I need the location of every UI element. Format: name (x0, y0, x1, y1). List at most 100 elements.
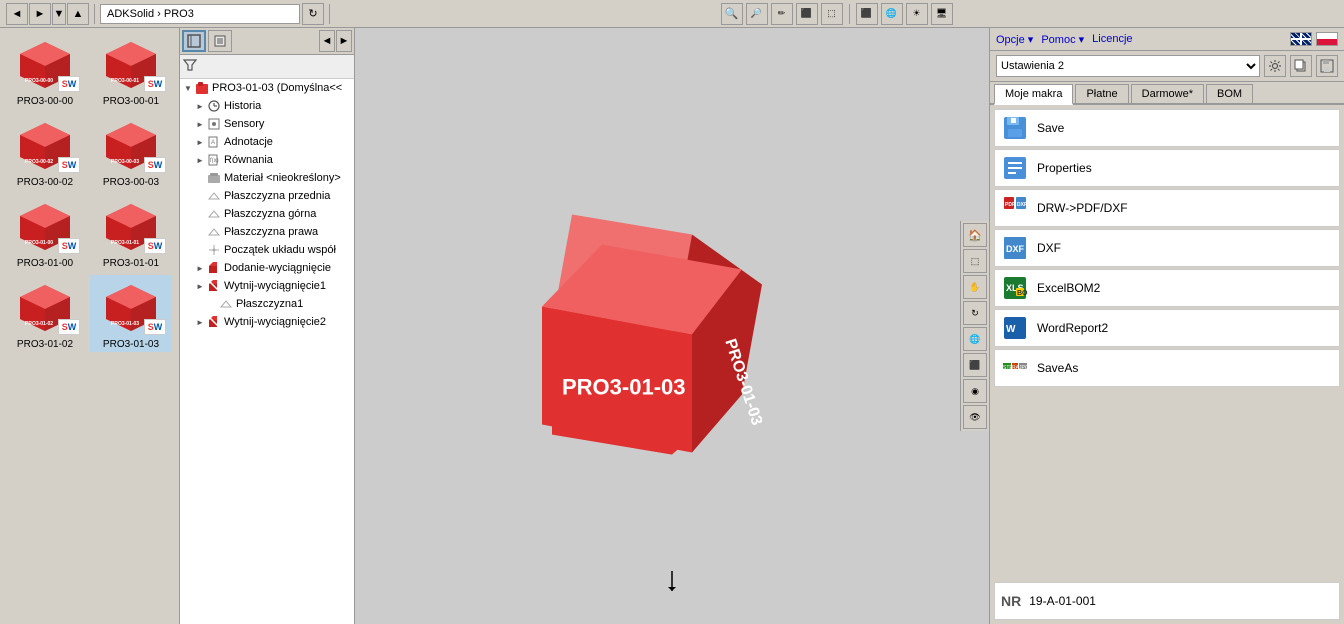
nr-label: NR (1001, 593, 1021, 609)
macro-saveas[interactable]: STEP RAS JPG SaveAs (994, 349, 1340, 387)
file-thumbnail: PRO3-01-01 SW (94, 196, 168, 256)
tree-node-dodanie[interactable]: ► Dodanie-wyciągnięcie (180, 259, 354, 277)
sw-badge: SW (58, 76, 80, 92)
flag-uk[interactable] (1290, 32, 1312, 46)
flag-pl[interactable] (1316, 32, 1338, 46)
macro-excelbom[interactable]: XLS BOM ExcelBOM2 (994, 269, 1340, 307)
macro-properties[interactable]: Properties (994, 149, 1340, 187)
zoom-fit-button[interactable]: 🔎 (746, 3, 768, 25)
pomoc-menu[interactable]: Pomoc ▾ (1041, 33, 1084, 46)
properties-view-button[interactable] (208, 30, 232, 52)
material-icon (206, 170, 222, 186)
svg-text:f(x): f(x) (210, 158, 219, 164)
nav-dropdown-button[interactable]: ▼ (52, 3, 66, 25)
settings-dropdown[interactable]: Ustawienia 2 (996, 55, 1260, 77)
macros-list: Save Properties PDF (990, 105, 1344, 578)
home-view-button[interactable]: 🏠 (963, 223, 987, 247)
cursor-indicator (664, 571, 680, 594)
sketch-button[interactable]: ✏ (771, 3, 793, 25)
shape-button[interactable]: ⬚ (821, 3, 843, 25)
file-item[interactable]: PRO3-01-00 SW PRO3-01-00 (4, 194, 86, 271)
file-name: PRO3-01-00 (17, 258, 73, 269)
tree-node-rownania[interactable]: ► f(x) Równania (180, 151, 354, 169)
breadcrumb[interactable]: ADKSolid › PRO3 (100, 4, 300, 24)
sw-badge: SW (58, 157, 80, 173)
file-item[interactable]: PRO3-00-02 SW PRO3-00-02 (4, 113, 86, 190)
macro-label: ExcelBOM2 (1037, 281, 1100, 295)
zoom-area-button[interactable]: ⬚ (963, 249, 987, 273)
tree-node-poczatek[interactable]: Początek układu współ (180, 241, 354, 259)
opcje-menu[interactable]: Opcje ▾ (996, 33, 1033, 46)
svg-text:PRO3-01-03: PRO3-01-03 (111, 321, 139, 327)
macro-drw-pdf[interactable]: PDF DXF DRW->PDF/DXF (994, 189, 1340, 227)
tab-platne[interactable]: Płatne (1075, 84, 1128, 103)
tree-node-plaszczyzna-przednia[interactable]: Płaszczyzna przednia (180, 187, 354, 205)
adnotacje-icon: A (206, 134, 222, 150)
tree-node-material[interactable]: Materiał <nieokreślony> (180, 169, 354, 187)
nav-forward-button[interactable]: ► (29, 3, 51, 25)
node-label: Płaszczyzna prawa (224, 226, 318, 238)
file-item[interactable]: PRO3-01-03 SW PRO3-01-03 (90, 275, 172, 352)
expand-icon: ► (194, 118, 206, 130)
macro-label: WordReport2 (1037, 321, 1108, 335)
svg-text:A: A (211, 140, 215, 146)
properties-icon (1001, 154, 1029, 182)
macro-wordreport[interactable]: W WordReport2 (994, 309, 1340, 347)
file-item[interactable]: PRO3-01-01 SW PRO3-01-01 (90, 194, 172, 271)
tab-bom[interactable]: BOM (1206, 84, 1253, 103)
tab-darmowe[interactable]: Darmowe* (1131, 84, 1204, 103)
file-thumbnail: PRO3-01-00 SW (8, 196, 82, 256)
model-svg: PRO3-01-03 PRO3-01-03 (522, 195, 762, 455)
file-name: PRO3-00-02 (17, 177, 73, 188)
tree-scroll-right[interactable]: ► (336, 30, 352, 52)
expand-icon: ► (194, 154, 206, 166)
render-button[interactable]: 🌐 (881, 3, 903, 25)
display-mode-button[interactable]: ◉ (963, 379, 987, 403)
section-view-button[interactable]: ⬛ (963, 353, 987, 377)
view-orient-button[interactable]: 🌐 (963, 327, 987, 351)
tree-node-plaszczyzna1[interactable]: Płaszczyzna1 (180, 295, 354, 313)
settings-copy-button[interactable] (1290, 55, 1312, 77)
tree-view-button[interactable] (182, 30, 206, 52)
node-label: Płaszczyzna przednia (224, 190, 330, 202)
extrude-icon (206, 260, 222, 276)
macro-label: SaveAs (1037, 361, 1078, 375)
nr-item[interactable]: NR 19-A-01-001 (994, 582, 1340, 620)
pan-button[interactable]: ✋ (963, 275, 987, 299)
plane-icon (206, 206, 222, 222)
nav-back-button[interactable]: ◄ (6, 3, 28, 25)
svg-text:BOM: BOM (1017, 290, 1028, 297)
tree-node-adnotacje[interactable]: ► A Adnotacje (180, 133, 354, 151)
tree-node-plaszczyzna-gorna[interactable]: Płaszczyzna górna (180, 205, 354, 223)
tab-moje-makra[interactable]: Moje makra (994, 84, 1073, 105)
light-button[interactable]: ☀ (906, 3, 928, 25)
zoom-button[interactable]: 🔍 (721, 3, 743, 25)
nav-up-button[interactable]: ▲ (67, 3, 89, 25)
view-button[interactable]: ⬛ (856, 3, 878, 25)
macro-save[interactable]: Save (994, 109, 1340, 147)
macro-dxf[interactable]: DXF DXF (994, 229, 1340, 267)
licencje-menu[interactable]: Licencje (1092, 33, 1132, 46)
settings-gear-button[interactable] (1264, 55, 1286, 77)
tree-node-wytnij1[interactable]: ► Wytnij-wyciągnięcie1 (180, 277, 354, 295)
file-item[interactable]: PRO3-00-01 SW PRO3-00-01 (90, 32, 172, 109)
tree-node-historia[interactable]: ► Historia (180, 97, 354, 115)
plane-icon (206, 224, 222, 240)
file-item[interactable]: PRO3-00-03 SW PRO3-00-03 (90, 113, 172, 190)
tree-node-wytnij2[interactable]: ► Wytnij-wyciągnięcie2 (180, 313, 354, 331)
file-item[interactable]: PRO3-00-00 SW PRO3-00-00 (4, 32, 86, 109)
display-button[interactable]: 🖥 (931, 3, 953, 25)
settings-save-button[interactable] (1316, 55, 1338, 77)
box-button[interactable]: ⬛ (796, 3, 818, 25)
hide-show-button[interactable]: 👁 (963, 405, 987, 429)
plane-icon (218, 296, 234, 312)
tree-node-sensory[interactable]: ► Sensory (180, 115, 354, 133)
rotate-button[interactable]: ↻ (963, 301, 987, 325)
svg-text:PRO3-00-02: PRO3-00-02 (25, 159, 53, 165)
refresh-button[interactable]: ↻ (302, 3, 324, 25)
tree-root-node[interactable]: ▼ PRO3-01-03 (Domyślna<< (180, 79, 354, 97)
viewport[interactable]: 🏠 ⬚ ✋ ↻ 🌐 ⬛ ◉ 👁 (355, 28, 989, 624)
tree-scroll-left[interactable]: ◄ (319, 30, 335, 52)
tree-node-plaszczyzna-prawa[interactable]: Płaszczyzna prawa (180, 223, 354, 241)
file-item[interactable]: PRO3-01-02 SW PRO3-01-02 (4, 275, 86, 352)
